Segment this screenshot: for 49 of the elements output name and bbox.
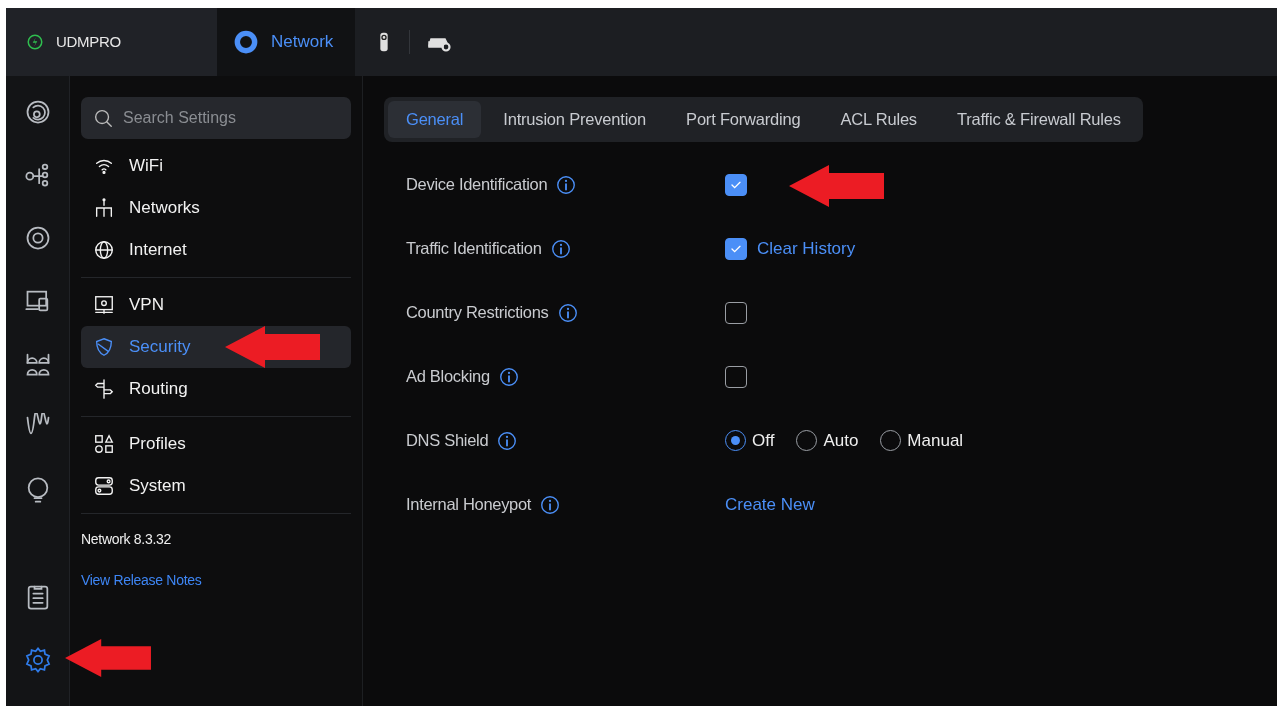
tab[interactable]: Traffic & Firewall Rules bbox=[938, 101, 1139, 138]
settings-icon[interactable] bbox=[23, 646, 52, 674]
setting-label: Internal Honeypot bbox=[406, 494, 532, 516]
checkbox[interactable] bbox=[725, 173, 747, 196]
search-field[interactable]: Search Settings bbox=[81, 97, 351, 139]
tab[interactable]: ACL Rules bbox=[822, 101, 935, 138]
app-tab[interactable]: Network bbox=[217, 8, 355, 76]
setting-label: Country Restrictions bbox=[406, 302, 549, 324]
shapes-icon bbox=[93, 433, 115, 455]
checkbox[interactable] bbox=[725, 237, 747, 260]
ring-logo-icon bbox=[233, 29, 259, 55]
route-icon bbox=[93, 378, 115, 400]
checkbox[interactable] bbox=[725, 365, 747, 388]
nav-item[interactable]: WiFi bbox=[81, 145, 351, 187]
setting-label: Ad Blocking bbox=[406, 366, 490, 388]
monitor-lock-icon bbox=[93, 294, 115, 316]
nav-item[interactable]: Networks bbox=[81, 187, 351, 229]
setting-label: Device Identification bbox=[406, 174, 548, 196]
info-icon[interactable] bbox=[555, 173, 578, 196]
console-name: UDMPRO bbox=[56, 31, 121, 52]
search-icon bbox=[92, 107, 114, 129]
link[interactable]: Clear History bbox=[757, 236, 856, 262]
hierarchy-icon bbox=[93, 197, 115, 219]
tab[interactable]: Port Forwarding bbox=[668, 101, 819, 138]
nav-item[interactable]: Internet bbox=[81, 229, 351, 271]
release-notes-link[interactable]: View Release Notes bbox=[81, 570, 202, 591]
radio-option[interactable]: Off bbox=[725, 428, 775, 454]
info-icon[interactable] bbox=[497, 365, 520, 388]
nav-item[interactable]: VPN bbox=[81, 284, 351, 326]
info-icon[interactable] bbox=[556, 301, 579, 324]
globe-icon bbox=[93, 239, 115, 261]
link[interactable]: Create New bbox=[725, 492, 815, 518]
setting-label: DNS Shield bbox=[406, 430, 489, 452]
checkbox[interactable] bbox=[725, 301, 747, 324]
power-status-icon bbox=[26, 33, 44, 51]
server-icon bbox=[93, 475, 115, 497]
info-icon[interactable] bbox=[539, 493, 562, 516]
tab[interactable]: Intrusion Prevention bbox=[485, 101, 665, 138]
tab[interactable]: General bbox=[388, 101, 482, 138]
info-icon[interactable] bbox=[496, 429, 519, 452]
nav-item[interactable]: System bbox=[81, 465, 351, 507]
info-icon[interactable] bbox=[549, 237, 572, 260]
setting-label: Traffic Identification bbox=[406, 238, 542, 260]
radio-option[interactable]: Auto bbox=[796, 428, 859, 454]
version-text: Network 8.3.32 bbox=[81, 530, 172, 549]
shield-icon bbox=[93, 336, 115, 358]
radio-option[interactable]: Manual bbox=[880, 428, 964, 454]
nav-item[interactable]: Profiles bbox=[81, 423, 351, 465]
nav-item[interactable]: Routing bbox=[81, 368, 351, 410]
